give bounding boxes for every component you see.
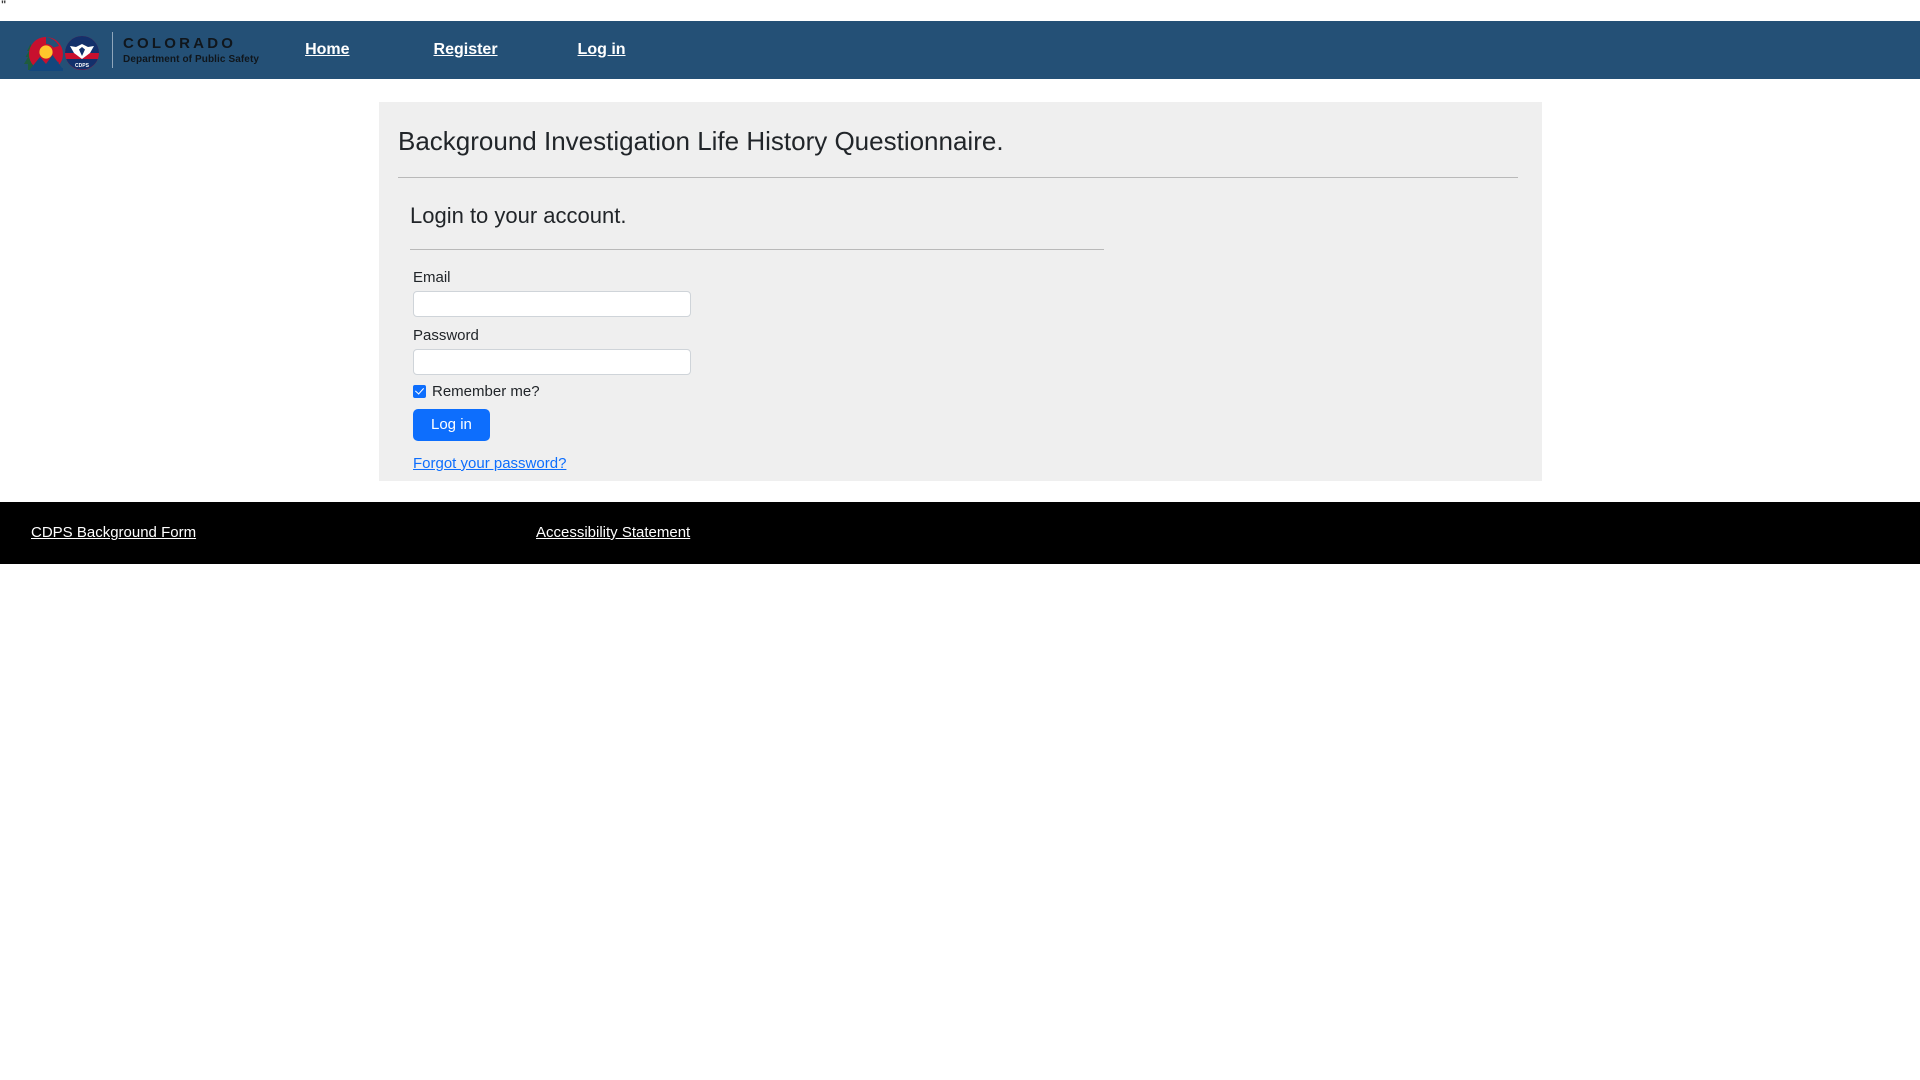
- nav-link-login[interactable]: Log in: [578, 41, 626, 59]
- footer-link-accessibility-statement[interactable]: Accessibility Statement: [536, 523, 690, 542]
- navbar-links: Home Register Log in: [259, 41, 625, 59]
- password-field-group: Password: [410, 326, 1542, 375]
- footer-link-cdps-background-form[interactable]: CDPS Background Form: [31, 523, 196, 542]
- section-title: Login to your account.: [410, 203, 627, 229]
- login-form: Email Password Remember me? Log in Forgo…: [410, 250, 1542, 473]
- remember-me-row[interactable]: Remember me?: [413, 382, 1542, 401]
- nav-item-register[interactable]: Register: [434, 41, 498, 59]
- email-label: Email: [413, 268, 451, 286]
- remember-me-label: Remember me?: [432, 382, 540, 400]
- top-navbar: CDPS COLORADO Department of Public Safet…: [0, 21, 1920, 79]
- brand-divider: [112, 32, 113, 68]
- nav-item-home[interactable]: Home: [305, 41, 349, 59]
- password-input[interactable]: [413, 348, 691, 375]
- forgot-password-link[interactable]: Forgot your password?: [413, 454, 566, 473]
- cdps-shield-icon: CDPS: [65, 36, 99, 70]
- top-left-artifact: ": [1, 0, 6, 11]
- colorado-c-icon: [28, 37, 63, 71]
- svg-text:CDPS: CDPS: [75, 63, 90, 69]
- login-section: Login to your account. Email Password Re…: [379, 178, 1542, 473]
- nav-link-home[interactable]: Home: [305, 41, 349, 59]
- page-title: Background Investigation Life History Qu…: [398, 126, 1004, 156]
- email-input[interactable]: [413, 290, 691, 317]
- login-card: Background Investigation Life History Qu…: [379, 102, 1542, 481]
- brand-org-name: COLORADO: [123, 34, 237, 52]
- brand-logo-link[interactable]: CDPS COLORADO Department of Public Safet…: [18, 26, 259, 74]
- login-submit-button[interactable]: Log in: [413, 408, 490, 441]
- password-label: Password: [413, 326, 479, 344]
- colorado-cdps-logo-icon: CDPS: [18, 26, 110, 74]
- nav-item-login[interactable]: Log in: [578, 41, 626, 59]
- brand-department-name: Department of Public Safety: [123, 53, 260, 65]
- nav-link-register[interactable]: Register: [434, 41, 498, 59]
- page-footer: CDPS Background Form Accessibility State…: [0, 502, 1920, 564]
- remember-me-checkbox[interactable]: [413, 384, 426, 398]
- brand-wordmark: COLORADO Department of Public Safety: [123, 36, 259, 65]
- email-field-group: Email: [410, 268, 1542, 317]
